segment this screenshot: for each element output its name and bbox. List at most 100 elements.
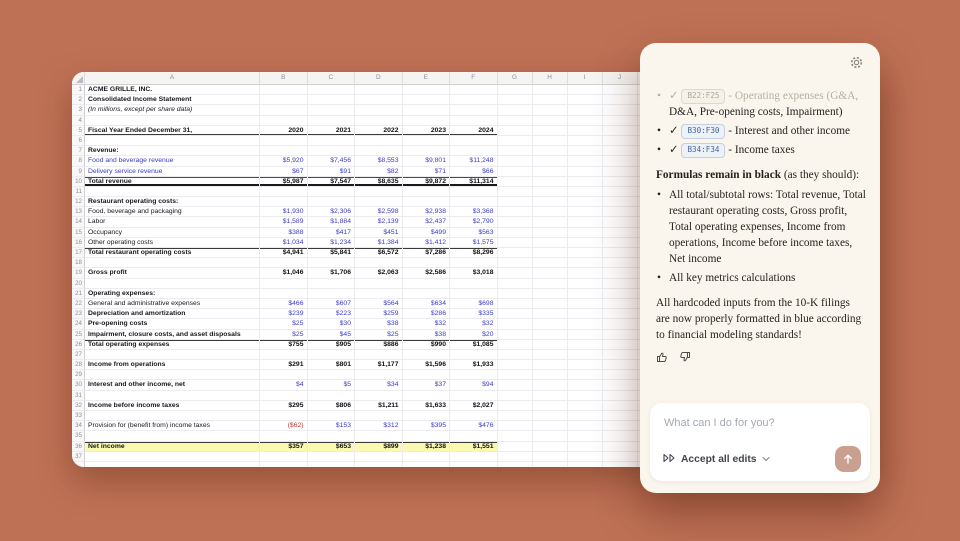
cell-B38[interactable] [260,462,308,467]
cell-J9[interactable] [603,167,638,177]
cell-B4[interactable] [260,116,308,126]
cell-I31[interactable] [568,391,603,401]
cell-J29[interactable] [603,370,638,380]
row-number-25[interactable]: 25 [72,330,85,340]
cell-C36[interactable]: $653 [308,442,356,452]
column-header-J[interactable]: J [603,72,638,85]
cell-H12[interactable] [533,197,568,207]
cell-F28[interactable]: $1,933 [450,360,498,370]
cell-G2[interactable] [498,95,533,105]
cell-A4[interactable] [85,116,260,126]
cell-D33[interactable] [355,411,403,421]
cell-I19[interactable] [568,268,603,278]
cell-B5[interactable]: 2020 [260,126,308,136]
cell-J21[interactable] [603,289,638,299]
cell-C35[interactable] [308,431,356,441]
cell-J16[interactable] [603,238,638,248]
cell-B22[interactable]: $466 [260,299,308,309]
row-number-21[interactable]: 21 [72,289,85,299]
cell-J4[interactable] [603,116,638,126]
cell-B30[interactable]: $4 [260,380,308,390]
cell-H3[interactable] [533,105,568,115]
cell-A13[interactable]: Food, beverage and packaging [85,207,260,217]
cell-H29[interactable] [533,370,568,380]
cell-J8[interactable] [603,156,638,166]
cell-G23[interactable] [498,309,533,319]
cell-I15[interactable] [568,228,603,238]
cell-E19[interactable]: $2,586 [403,268,451,278]
cell-C33[interactable] [308,411,356,421]
cell-A9[interactable]: Delivery service revenue [85,167,260,177]
cell-J12[interactable] [603,197,638,207]
cell-G14[interactable] [498,217,533,227]
row-number-33[interactable]: 33 [72,411,85,421]
cell-C28[interactable]: $801 [308,360,356,370]
cell-G35[interactable] [498,431,533,441]
cell-A27[interactable] [85,350,260,360]
cell-I17[interactable] [568,248,603,258]
cell-A36[interactable]: Net income [85,442,260,452]
cell-F30[interactable]: $94 [450,380,498,390]
cell-J28[interactable] [603,360,638,370]
cell-I7[interactable] [568,146,603,156]
row-number-20[interactable]: 20 [72,279,85,289]
cell-J30[interactable] [603,380,638,390]
cell-D15[interactable]: $451 [355,228,403,238]
cell-B8[interactable]: $5,920 [260,156,308,166]
cell-F37[interactable] [450,452,498,462]
cell-D8[interactable]: $8,553 [355,156,403,166]
cell-A16[interactable]: Other operating costs [85,238,260,248]
cell-B19[interactable]: $1,046 [260,268,308,278]
cell-D14[interactable]: $2,139 [355,217,403,227]
cell-A34[interactable]: Provision for (benefit from) income taxe… [85,421,260,431]
cell-E2[interactable] [403,95,451,105]
cell-I13[interactable] [568,207,603,217]
cell-C7[interactable] [308,146,356,156]
cell-A10[interactable]: Total revenue [85,177,260,187]
cell-B31[interactable] [260,391,308,401]
cell-I22[interactable] [568,299,603,309]
cell-A2[interactable]: Consolidated Income Statement [85,95,260,105]
cell-B37[interactable] [260,452,308,462]
row-number-30[interactable]: 30 [72,380,85,390]
cell-D11[interactable] [355,187,403,197]
cell-A8[interactable]: Food and beverage revenue [85,156,260,166]
cell-F1[interactable] [450,85,498,95]
cell-D7[interactable] [355,146,403,156]
cell-F23[interactable]: $335 [450,309,498,319]
cell-B9[interactable]: $67 [260,167,308,177]
row-number-11[interactable]: 11 [72,187,85,197]
cell-B36[interactable]: $357 [260,442,308,452]
send-button[interactable] [835,446,861,472]
cell-E6[interactable] [403,136,451,146]
cell-E21[interactable] [403,289,451,299]
cell-C15[interactable]: $417 [308,228,356,238]
thumbs-down-icon[interactable] [679,351,691,368]
cell-G21[interactable] [498,289,533,299]
cell-H14[interactable] [533,217,568,227]
cell-J34[interactable] [603,421,638,431]
cell-H7[interactable] [533,146,568,156]
row-number-32[interactable]: 32 [72,401,85,411]
cell-F24[interactable]: $32 [450,319,498,329]
cell-J14[interactable] [603,217,638,227]
row-number-23[interactable]: 23 [72,309,85,319]
cell-H8[interactable] [533,156,568,166]
cell-F17[interactable]: $8,296 [450,248,498,258]
cell-C18[interactable] [308,258,356,268]
cell-B6[interactable] [260,136,308,146]
cell-B17[interactable]: $4,941 [260,248,308,258]
cell-B10[interactable]: $5,987 [260,177,308,187]
cell-B29[interactable] [260,370,308,380]
cell-H1[interactable] [533,85,568,95]
cell-E35[interactable] [403,431,451,441]
cell-B27[interactable] [260,350,308,360]
cell-H26[interactable] [533,340,568,350]
cell-D5[interactable]: 2022 [355,126,403,136]
cell-D13[interactable]: $2,598 [355,207,403,217]
cell-J1[interactable] [603,85,638,95]
cell-F27[interactable] [450,350,498,360]
cell-G17[interactable] [498,248,533,258]
cell-D26[interactable]: $886 [355,340,403,350]
cell-F20[interactable] [450,279,498,289]
